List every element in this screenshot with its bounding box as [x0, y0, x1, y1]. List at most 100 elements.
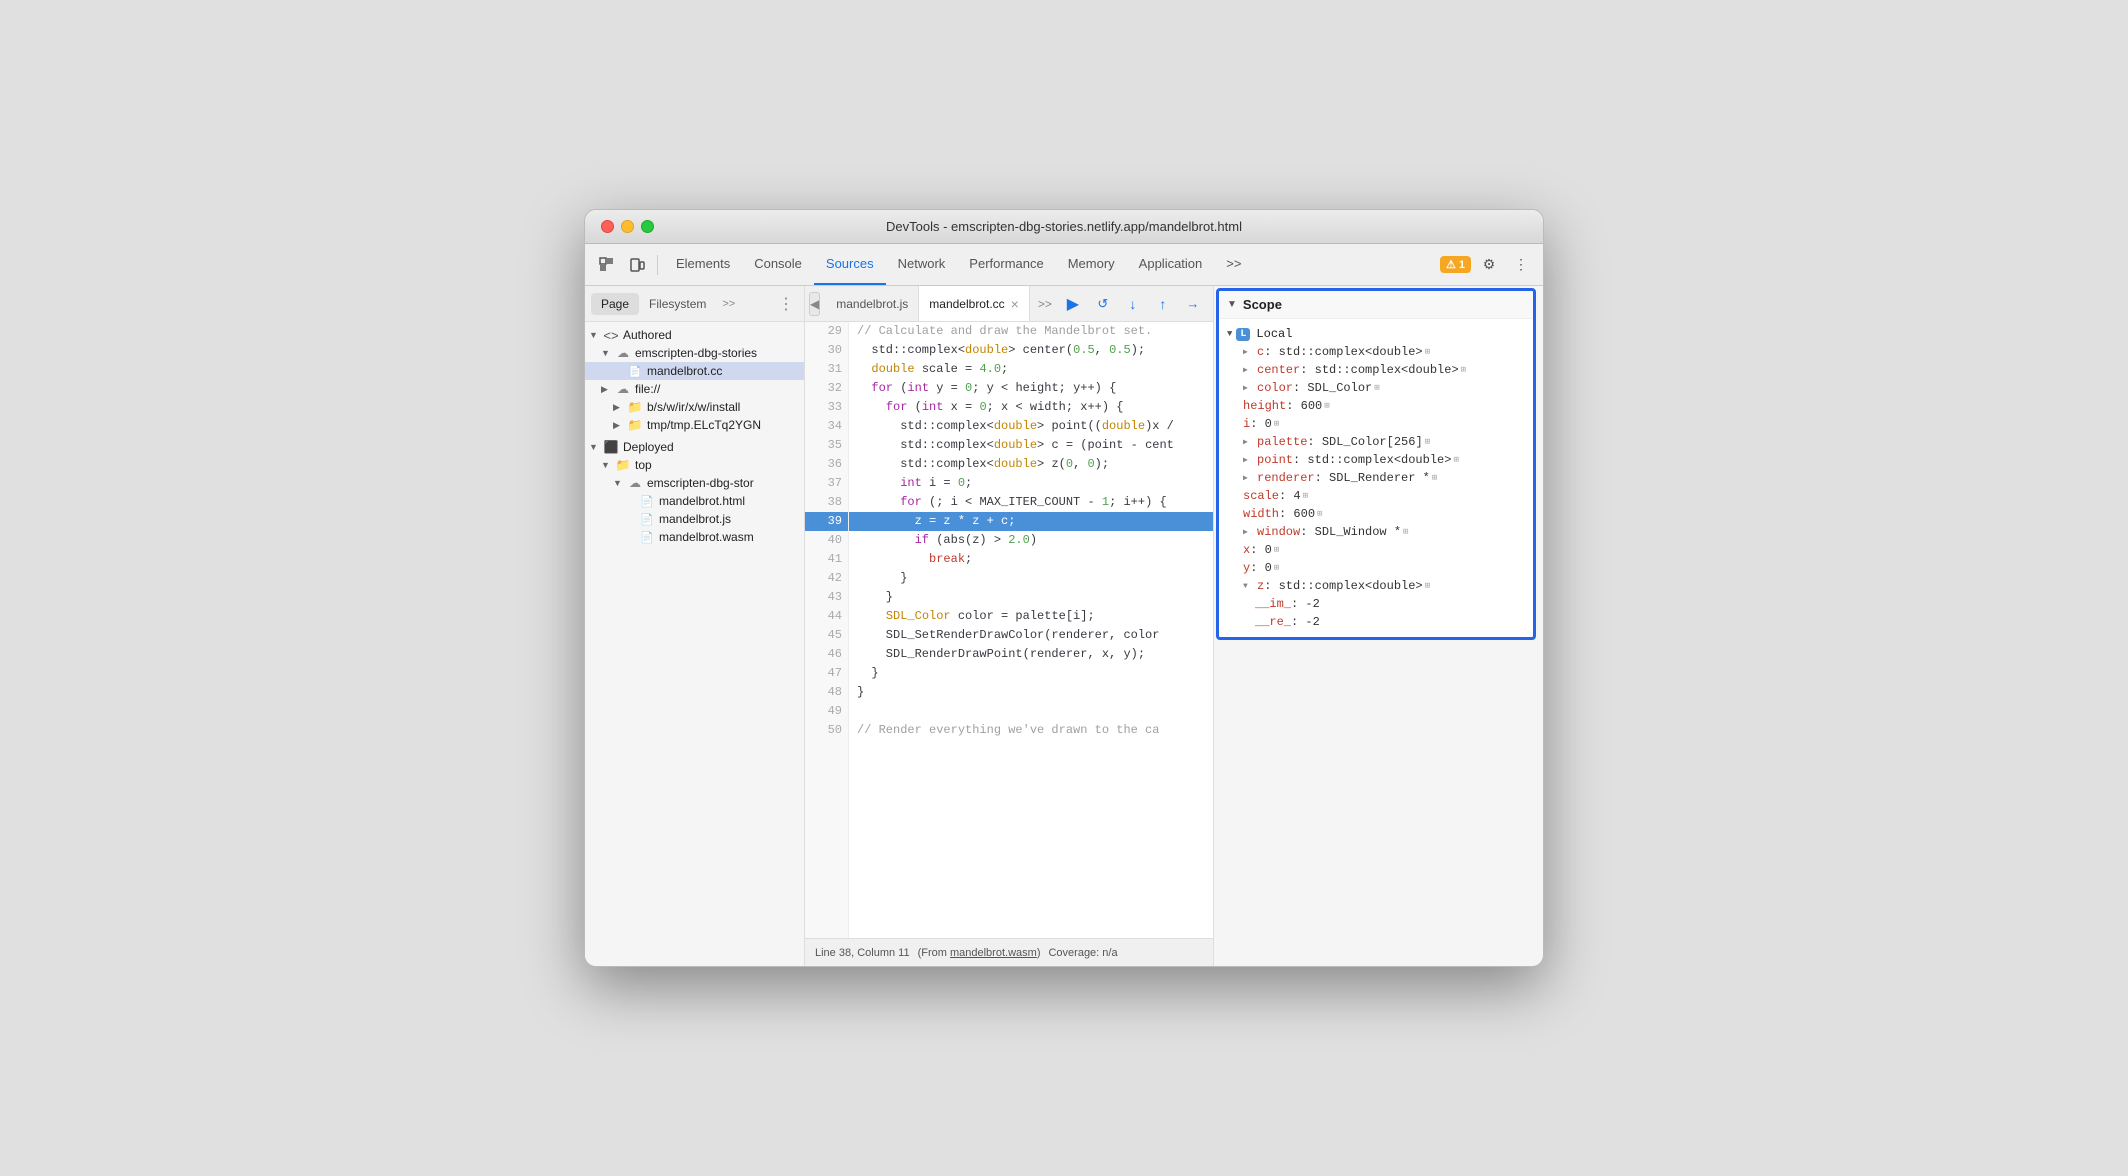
code-line-33: for (int x = 0; x < width; x++) {	[849, 398, 1213, 417]
scope-key-scale: scale	[1243, 489, 1279, 503]
tab-memory[interactable]: Memory	[1056, 244, 1127, 285]
maximize-button[interactable]	[641, 220, 654, 233]
more-options-button[interactable]: ⋮	[1507, 251, 1535, 279]
emscripten-cloud-label: emscripten-dbg-stories	[635, 346, 757, 360]
sidebar-tab-filesystem[interactable]: Filesystem	[639, 293, 716, 315]
sidebar-item-mandelbrot-cc[interactable]: ▶ 📄 mandelbrot.cc	[585, 362, 804, 380]
editor-tab-close[interactable]: ×	[1011, 296, 1019, 312]
scope-local-label: Local	[1256, 327, 1292, 341]
scope-item-window[interactable]: ▶ window : SDL_Window * ⊞	[1219, 523, 1533, 541]
step-into-button[interactable]: ↓	[1120, 291, 1146, 317]
scope-val-z: : std::complex<double>	[1264, 579, 1422, 593]
sidebar-item-top[interactable]: ▼ 📁 top	[585, 456, 804, 474]
ln-47: 47	[805, 664, 848, 683]
scope-item-renderer[interactable]: ▶ renderer : SDL_Renderer * ⊞	[1219, 469, 1533, 487]
cloud-deployed-icon: ☁	[627, 476, 643, 490]
b-folder-label: b/s/w/ir/x/w/install	[647, 400, 740, 414]
scope-item-palette[interactable]: ▶ palette : SDL_Color[256] ⊞	[1219, 433, 1533, 451]
warning-badge[interactable]: ⚠ 1	[1440, 256, 1471, 273]
scope-key-color: color	[1257, 381, 1293, 395]
file-html-icon: 📄	[639, 494, 655, 508]
scope-val-scale: : 4	[1279, 489, 1301, 503]
step-button[interactable]: →	[1180, 291, 1206, 317]
settings-button[interactable]: ⚙	[1475, 251, 1503, 279]
device-toolbar-button[interactable]	[623, 251, 651, 279]
expand-renderer-icon: ▶	[1243, 473, 1253, 483]
scope-key-renderer: renderer	[1257, 471, 1315, 485]
step-over-button[interactable]: ↺	[1090, 291, 1116, 317]
scope-subval-im: : -2	[1291, 597, 1320, 611]
tree-arrow-file: ▶	[601, 384, 613, 395]
grid-width-icon: ⊞	[1317, 509, 1322, 519]
scope-val-point: : std::complex<double>	[1293, 453, 1451, 467]
scope-subitem-im: __im_ : -2	[1219, 595, 1533, 613]
editor-tab-more[interactable]: >>	[1030, 297, 1060, 311]
grid-i-icon: ⊞	[1274, 419, 1279, 429]
tab-sources[interactable]: Sources	[814, 244, 886, 285]
scope-collapse-arrow[interactable]: ▼	[1227, 299, 1237, 310]
scope-subitem-re: __re_ : -2	[1219, 613, 1533, 631]
scope-key-palette: palette	[1257, 435, 1307, 449]
tab-more[interactable]: >>	[1214, 244, 1253, 285]
code-line-47: }	[849, 664, 1213, 683]
scope-key-center: center	[1257, 363, 1300, 377]
sidebar-item-mandelbrot-js[interactable]: ▶ 📄 mandelbrot.js	[585, 510, 804, 528]
sidebar-item-mandelbrot-html[interactable]: ▶ 📄 mandelbrot.html	[585, 492, 804, 510]
editor-tab-js[interactable]: mandelbrot.js	[826, 286, 919, 321]
resume-button[interactable]: ▶	[1060, 291, 1086, 317]
scope-val-i: : 0	[1250, 417, 1272, 431]
grid-c-icon: ⊞	[1425, 347, 1430, 357]
tab-performance[interactable]: Performance	[957, 244, 1055, 285]
scope-item-point[interactable]: ▶ point : std::complex<double> ⊞	[1219, 451, 1533, 469]
sidebar-item-file-proto[interactable]: ▶ ☁ file://	[585, 380, 804, 398]
scope-val-window: : SDL_Window *	[1300, 525, 1401, 539]
sidebar-collapse-button[interactable]: ◀	[809, 292, 820, 316]
scope-val-c: : std::complex<double>	[1264, 345, 1422, 359]
sidebar-item-tmp-folder[interactable]: ▶ 📁 tmp/tmp.ELcTq2YGN	[585, 416, 804, 434]
scope-local-header[interactable]: ▼ L Local	[1219, 325, 1533, 343]
tab-elements[interactable]: Elements	[664, 244, 742, 285]
step-out-button[interactable]: ↑	[1150, 291, 1176, 317]
sidebar-tab-dots[interactable]: ⋮	[774, 290, 798, 318]
status-from-file[interactable]: mandelbrot.wasm	[950, 947, 1037, 959]
scope-title: Scope	[1243, 297, 1282, 312]
editor-tab-cc[interactable]: mandelbrot.cc ×	[919, 286, 1030, 321]
scope-val-center: : std::complex<double>	[1300, 363, 1458, 377]
code-container: 29 30 31 32 33 34 35 36 37 38 39 40 41 4…	[805, 322, 1213, 938]
code-line-36: std::complex<double> z(0, 0);	[849, 455, 1213, 474]
ln-31: 31	[805, 360, 848, 379]
tab-console[interactable]: Console	[742, 244, 814, 285]
scope-item-center[interactable]: ▶ center : std::complex<double> ⊞	[1219, 361, 1533, 379]
sidebar-item-mandelbrot-wasm[interactable]: ▶ 📄 mandelbrot.wasm	[585, 528, 804, 546]
scope-item-z[interactable]: ▼ z : std::complex<double> ⊞	[1219, 577, 1533, 595]
inspect-element-button[interactable]	[593, 251, 621, 279]
sidebar-item-emscripten-cloud[interactable]: ▼ ☁ emscripten-dbg-stories	[585, 344, 804, 362]
scope-subval-re: : -2	[1291, 615, 1320, 629]
scope-subkey-re: __re_	[1255, 615, 1291, 629]
expand-window-icon: ▶	[1243, 527, 1253, 537]
close-button[interactable]	[601, 220, 614, 233]
scope-item-c[interactable]: ▶ c : std::complex<double> ⊞	[1219, 343, 1533, 361]
ln-39: 39	[805, 512, 848, 531]
expand-palette-icon: ▶	[1243, 437, 1253, 447]
scope-item-color[interactable]: ▶ color : SDL_Color ⊞	[1219, 379, 1533, 397]
mandelbrot-wasm-label: mandelbrot.wasm	[659, 530, 754, 544]
sidebar-item-emscripten-deployed[interactable]: ▼ ☁ emscripten-dbg-stor	[585, 474, 804, 492]
file-cc-icon: 📄	[627, 364, 643, 378]
tab-application[interactable]: Application	[1127, 244, 1215, 285]
sidebar-item-authored[interactable]: ▼ <> Authored	[585, 326, 804, 344]
right-panel: ▼ Scope ▼ L Local ▶	[1213, 286, 1543, 966]
sidebar-tab-page[interactable]: Page	[591, 293, 639, 315]
sidebar-tab-more[interactable]: >>	[716, 294, 741, 314]
minimize-button[interactable]	[621, 220, 634, 233]
code-line-45: SDL_SetRenderDrawColor(renderer, color	[849, 626, 1213, 645]
sidebar-tree: ▼ <> Authored ▼ ☁ emscripten-dbg-stories…	[585, 322, 804, 966]
ln-40: 40	[805, 531, 848, 550]
code-line-42: }	[849, 569, 1213, 588]
ln-32: 32	[805, 379, 848, 398]
title-bar: DevTools - emscripten-dbg-stories.netlif…	[585, 210, 1543, 244]
sidebar-item-deployed[interactable]: ▼ ⬛ Deployed	[585, 438, 804, 456]
mandelbrot-js-label: mandelbrot.js	[659, 512, 731, 526]
sidebar-item-b-folder[interactable]: ▶ 📁 b/s/w/ir/x/w/install	[585, 398, 804, 416]
tab-network[interactable]: Network	[886, 244, 958, 285]
